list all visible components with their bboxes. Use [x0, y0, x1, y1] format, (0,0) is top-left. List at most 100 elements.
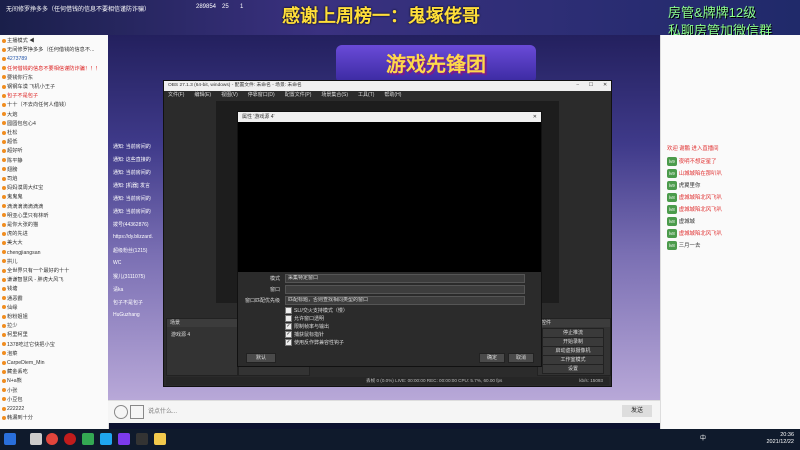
window-minimize-icon[interactable]: – — [576, 81, 579, 91]
user-list-item[interactable]: 藏金丢吃 — [2, 368, 106, 376]
user-list-item[interactable]: 柯里柯里 — [2, 331, 106, 339]
user-list-item[interactable]: 拱儿 — [2, 258, 106, 266]
user-list-item[interactable]: 翅膀 — [2, 166, 106, 174]
chrome-icon[interactable] — [46, 433, 58, 445]
user-list-item[interactable]: 全世界只有一个最好的十十 — [2, 267, 106, 275]
app-icon-2[interactable] — [100, 433, 112, 445]
user-list-item[interactable]: 虎的先进 — [2, 230, 106, 238]
user-list-item[interactable]: 司焰 — [2, 175, 106, 183]
checkbox-icon[interactable] — [285, 307, 292, 314]
priority-select[interactable]: 匹配标题，否则查找相同类型的窗口 — [285, 296, 525, 305]
checkbox-icon[interactable]: ✓ — [285, 331, 292, 338]
obs-menu-item[interactable]: 配置文件(P) — [285, 92, 312, 98]
user-list-item[interactable]: 任何借钱的信息不要相信谨防诈骗！！！ — [2, 65, 106, 73]
app-icon-4[interactable] — [154, 433, 166, 445]
obs-menu-item[interactable]: 工具(T) — [358, 92, 374, 98]
user-list-item[interactable]: 妈妈漠周大红宝 — [2, 184, 106, 192]
user-list-item[interactable]: 1378吃过它快把小宝 — [2, 341, 106, 349]
cancel-button[interactable]: 取消 — [508, 353, 534, 363]
user-list-item[interactable]: CarpeDiem_Min — [2, 359, 106, 367]
chat-message[interactable]: lv9 虎翼里你 — [667, 181, 700, 190]
chat-message[interactable]: lv8 三月一去 — [667, 241, 700, 250]
window-close-icon[interactable]: ✕ — [603, 81, 607, 91]
chat-overlay: 通知: 当前房间的 通知: 这些直接的 通知: 当前房间的 通知: [机器] 发言 通知… — [113, 143, 161, 343]
user-list-item[interactable]: 钢钢车漠 飞机小王子 — [2, 83, 106, 91]
user-list-item[interactable]: 通恶霸 — [2, 295, 106, 303]
ok-button[interactable]: 确定 — [479, 353, 505, 363]
emoji-icon[interactable] — [114, 405, 128, 419]
app-icon-3[interactable] — [118, 433, 130, 445]
option-checkbox[interactable]: ✓ 限制帧率与输出 — [285, 323, 329, 331]
user-list-item[interactable]: 小张 — [2, 387, 106, 395]
chat-message[interactable]: lv9 山城城陷在那叭叭 — [667, 169, 722, 178]
chat-message[interactable]: lv8 虚城城陷北风飞叭 — [667, 229, 722, 238]
user-list-item[interactable]: 陈平静 — [2, 157, 106, 165]
checkbox-icon[interactable] — [285, 315, 292, 322]
gift-icon[interactable] — [130, 405, 144, 419]
chat-message[interactable]: lv8 虚城城陷北风飞叭 — [667, 205, 722, 214]
option-checkbox[interactable]: ✓ 使用反作弊兼容性钩子 — [285, 339, 344, 347]
checkbox-icon[interactable]: ✓ — [285, 339, 292, 346]
user-list-item[interactable]: 泡菜 — [2, 350, 106, 358]
user-list-item[interactable]: 无间修罗挣多多（任何借钱的信息不... — [2, 46, 106, 54]
user-list-item[interactable]: 大炮 — [2, 111, 106, 119]
wechat-icon[interactable] — [82, 433, 94, 445]
user-list-item[interactable]: 钱塘 — [2, 285, 106, 293]
option-checkbox[interactable]: ✓ 捕获鼠标指针 — [285, 331, 324, 339]
app-icon-1[interactable] — [64, 433, 76, 445]
mode-select[interactable]: 采集特定窗口 — [285, 274, 525, 283]
user-badge-icon — [2, 176, 6, 181]
checkbox-icon[interactable]: ✓ — [285, 323, 292, 330]
user-list-item[interactable]: chengjiangsan — [2, 249, 106, 257]
dialog-preview — [238, 122, 541, 272]
user-list-item[interactable]: 4273789 — [2, 55, 106, 63]
option-checkbox[interactable]: 允许窗口透明 — [285, 315, 324, 323]
chat-input[interactable] — [146, 405, 620, 419]
user-list-item[interactable]: 仙缘 — [2, 304, 106, 312]
chat-message[interactable]: lv8 虚城城陷北风飞叭 — [667, 193, 722, 202]
window-maximize-icon[interactable]: ☐ — [589, 81, 593, 91]
user-list-item[interactable]: 拉少 — [2, 322, 106, 330]
settings-button[interactable]: 设置 — [542, 364, 604, 374]
user-list-item[interactable]: N+a熊 — [2, 377, 106, 385]
user-list-item[interactable]: 美大大 — [2, 239, 106, 247]
obs-menu-item[interactable]: 文件(F) — [168, 92, 184, 98]
user-list-item[interactable]: 十十（不去向任何人借钱） — [2, 101, 106, 109]
user-list-item[interactable]: 超低 — [2, 138, 106, 146]
scene-item[interactable]: 游戏源 4 — [171, 331, 190, 338]
chat-message[interactable]: lv8 虚城城 — [667, 217, 695, 226]
start-icon[interactable] — [4, 433, 16, 445]
user-list-item[interactable]: 明亚心里只有林昕 — [2, 212, 106, 220]
obs-menu-item[interactable]: 停靠窗口(D) — [248, 92, 275, 98]
user-name: 任何借钱的信息不要相信谨防诈骗！！！ — [7, 65, 101, 72]
user-name: 藏金丢吃 — [7, 369, 28, 376]
obs-menu-item[interactable]: 帮助(H) — [384, 92, 401, 98]
dialog-close-icon[interactable]: ✕ — [533, 112, 537, 122]
search-icon[interactable] — [30, 433, 42, 445]
chat-message[interactable]: 欢迎 谢鹏 进入直播间 — [667, 145, 719, 154]
user-list-item[interactable]: 杜松 — [2, 129, 106, 137]
obs-icon[interactable] — [136, 433, 148, 445]
user-list-item[interactable]: 小豆包 — [2, 396, 106, 404]
user-list-item[interactable]: 是你大张的猫 — [2, 221, 106, 229]
lang-indicator[interactable]: 中 — [700, 433, 710, 445]
obs-menu-item[interactable]: 视图(V) — [221, 92, 238, 98]
user-list-item[interactable]: 谦谦智慧风 - 胖虎大风飞 — [2, 276, 106, 284]
send-button[interactable]: 发送 — [622, 405, 652, 417]
user-list-item[interactable]: 鬼鬼鬼 — [2, 193, 106, 201]
user-list-item[interactable]: 圆圆包包心4 — [2, 120, 106, 128]
window-select[interactable] — [285, 285, 525, 294]
obs-menu-item[interactable]: 编辑(E) — [194, 92, 211, 98]
user-list-item[interactable]: 韩漏到十分 — [2, 414, 106, 422]
chat-message[interactable]: lv9 夜明不想定星了 — [667, 157, 717, 166]
user-list-item[interactable]: 滴滴滴滴滴滴滴 — [2, 203, 106, 211]
user-list-item[interactable]: 粉粉姐姐 — [2, 313, 106, 321]
user-list-item[interactable]: 超好听 — [2, 147, 106, 155]
obs-menu-item[interactable]: 场景集合(S) — [321, 92, 348, 98]
user-list-item[interactable]: 要钱你行东 — [2, 74, 106, 82]
user-list-item[interactable]: 主播模式 ◀ — [2, 37, 106, 45]
user-list-item[interactable]: 包子不是包子 — [2, 92, 106, 100]
user-list-item[interactable]: 222222 — [2, 405, 106, 413]
option-checkbox[interactable]: SLI/交火支持模式（慢） — [285, 307, 348, 315]
defaults-button[interactable]: 默认 — [246, 353, 276, 363]
